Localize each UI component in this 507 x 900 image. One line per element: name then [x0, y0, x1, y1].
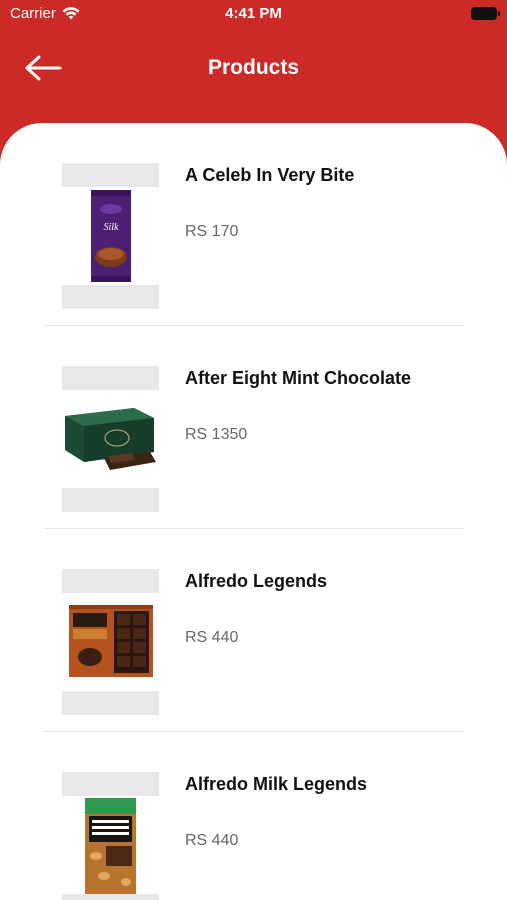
- product-item[interactable]: Silk A Celeb In Very Bite RS 170: [43, 123, 464, 326]
- image-placeholder-top: [62, 366, 159, 390]
- product-thumbnail: [85, 798, 136, 894]
- product-price: RS 1350: [185, 426, 248, 443]
- header: Products: [0, 28, 507, 108]
- product-image: [62, 569, 159, 715]
- product-price: RS 440: [185, 832, 239, 849]
- product-name: Alfredo Milk Legends: [185, 774, 368, 794]
- page-title: Products: [207, 56, 299, 79]
- products-screen: Carrier 4:41 PM Products Silk A Celeb In…: [0, 0, 507, 900]
- status-bar: Carrier 4:41 PM: [0, 0, 507, 28]
- battery-icon: [471, 7, 500, 20]
- product-name: Alfredo Legends: [185, 571, 328, 591]
- product-item[interactable]: After Eight Mint Chocolate RS 1350: [43, 326, 464, 529]
- product-price: RS 170: [185, 223, 239, 240]
- product-thumbnail: Silk: [91, 190, 131, 282]
- product-list: Silk A Celeb In Very Bite RS 170 After E…: [43, 123, 464, 900]
- image-placeholder-bottom: [62, 691, 159, 715]
- product-thumbnail: [65, 408, 156, 470]
- product-image: Silk: [62, 163, 159, 309]
- image-placeholder-top: [62, 772, 159, 796]
- product-item[interactable]: Alfredo Milk Legends RS 440: [43, 732, 464, 900]
- image-placeholder-bottom: [62, 488, 159, 512]
- image-placeholder-bottom: [62, 285, 159, 309]
- product-item[interactable]: Alfredo Legends RS 440: [43, 529, 464, 732]
- status-time: 4:41 PM: [225, 5, 282, 22]
- product-image: [62, 366, 159, 512]
- content-card: Silk A Celeb In Very Bite RS 170 After E…: [0, 123, 507, 900]
- product-name: After Eight Mint Chocolate: [185, 368, 411, 388]
- product-thumbnail: [69, 605, 153, 677]
- image-placeholder-bottom: [62, 894, 159, 900]
- product-price: RS 440: [185, 629, 239, 646]
- image-placeholder-top: [62, 569, 159, 593]
- product-name: A Celeb In Very Bite: [185, 165, 355, 185]
- product-image: [62, 772, 159, 900]
- svg-text:Silk: Silk: [104, 222, 120, 233]
- image-placeholder-top: [62, 163, 159, 187]
